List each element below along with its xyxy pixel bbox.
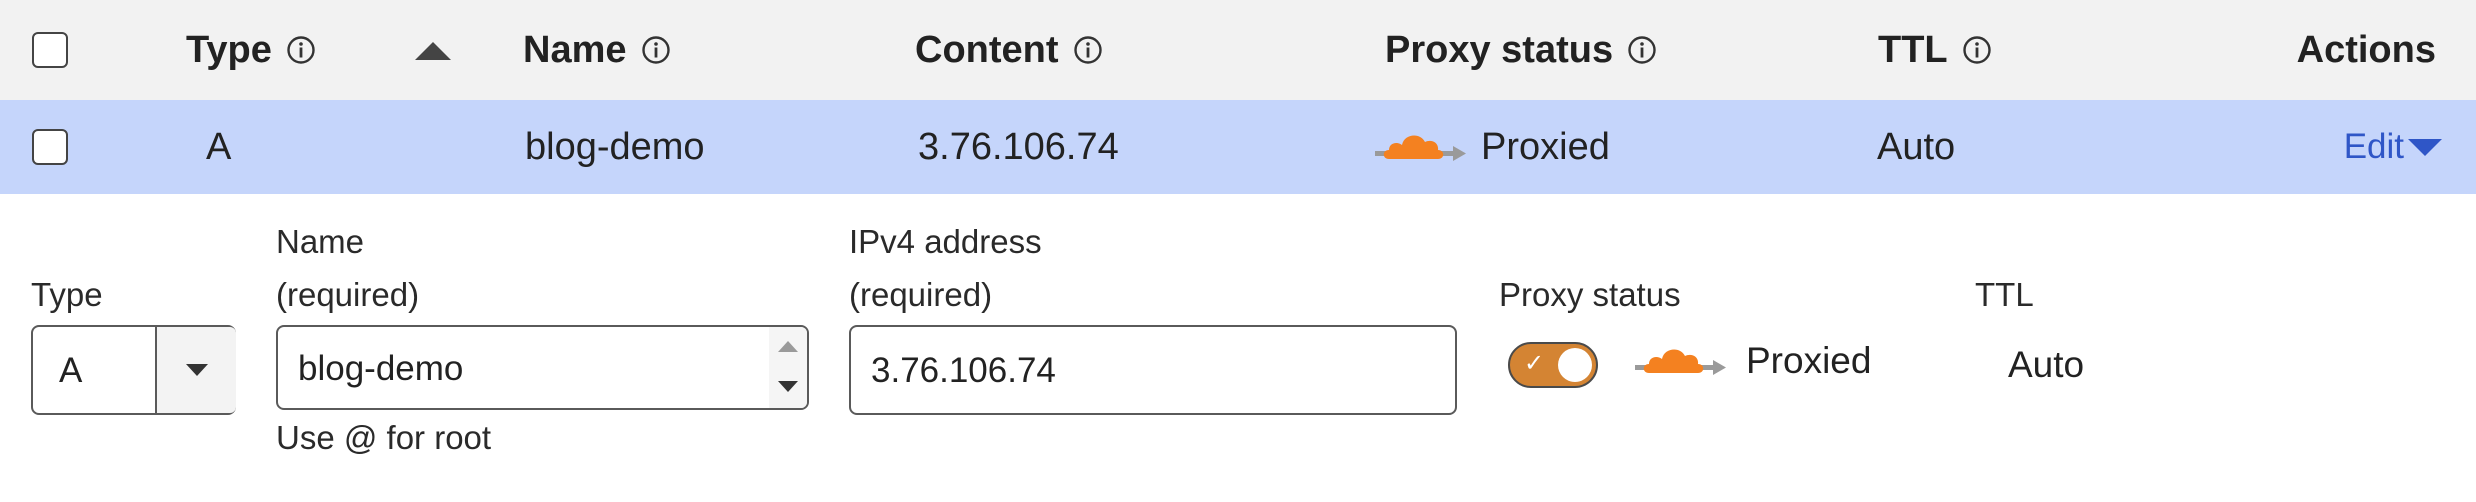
info-icon[interactable] [286, 35, 316, 65]
column-header-type[interactable]: Type [186, 0, 316, 100]
address-field-label: IPv4 address [849, 223, 1042, 260]
row-proxy-status-cell: Proxied [1375, 100, 1610, 194]
name-field-label: Name [276, 223, 365, 260]
chevron-down-icon [186, 364, 208, 376]
name-input[interactable]: blog-demo [276, 325, 809, 410]
check-icon: ✓ [1524, 349, 1545, 377]
ttl-value: Auto [2008, 344, 2085, 385]
row-ttl-cell: Auto [1877, 125, 1956, 168]
proxy-status-value: Proxied [1746, 340, 1872, 381]
type-field-label: Type [31, 276, 103, 313]
name-input-value: blog-demo [298, 349, 464, 388]
row-name-cell: blog-demo [525, 125, 705, 168]
column-header-proxy-status[interactable]: Proxy status [1385, 0, 1657, 100]
column-header-proxy-status-label: Proxy status [1385, 28, 1614, 71]
column-header-content-label: Content [915, 28, 1059, 71]
chevron-down-icon [2408, 138, 2442, 156]
column-header-content[interactable]: Content [915, 0, 1103, 100]
proxy-status-field-label: Proxy status [1499, 276, 1681, 313]
cloud-proxied-icon [1375, 135, 1466, 161]
name-spinner[interactable] [769, 327, 807, 408]
column-header-name[interactable]: Name [523, 0, 671, 100]
type-select-value: A [59, 351, 83, 390]
row-content-cell: 3.76.106.74 [918, 125, 1119, 168]
toggle-knob [1558, 348, 1592, 382]
info-icon[interactable] [641, 35, 671, 65]
column-header-ttl-label: TTL [1878, 28, 1948, 71]
table-row[interactable]: A blog-demo 3.76.106.74 Proxied Auto Edi… [0, 100, 2476, 194]
select-all-checkbox[interactable] [32, 32, 68, 68]
sort-ascending-icon[interactable] [415, 42, 451, 60]
ipv4-address-value: 3.76.106.74 [871, 351, 1056, 390]
info-icon[interactable] [1627, 35, 1657, 65]
spinner-down-icon[interactable] [778, 381, 798, 392]
column-header-actions: Actions [2297, 0, 2436, 100]
edit-button[interactable]: Edit [2344, 100, 2442, 194]
column-header-ttl[interactable]: TTL [1878, 0, 1992, 100]
proxy-status-toggle[interactable]: ✓ [1508, 342, 1598, 388]
row-type-cell: A [206, 125, 232, 168]
edit-label: Edit [2343, 127, 2404, 166]
row-proxy-status-label: Proxied [1481, 125, 1610, 168]
ipv4-address-input[interactable]: 3.76.106.74 [849, 325, 1457, 415]
info-icon[interactable] [1962, 35, 1992, 65]
column-header-name-label: Name [523, 28, 627, 71]
table-header: Type Name Content Proxy status TTL Actio… [0, 0, 2476, 101]
column-header-actions-label: Actions [2296, 28, 2436, 71]
name-required-label: (required) [276, 276, 420, 313]
row-checkbox[interactable] [32, 129, 68, 165]
column-header-type-label: Type [186, 28, 272, 71]
spinner-up-icon[interactable] [778, 341, 798, 352]
type-select[interactable]: A [31, 325, 236, 415]
ttl-field-label: TTL [1975, 276, 2034, 313]
type-select-toggle[interactable] [155, 327, 236, 413]
info-icon[interactable] [1073, 35, 1103, 65]
address-required-label: (required) [849, 276, 993, 313]
cloud-proxied-icon [1635, 349, 1726, 375]
name-hint: Use @ for root [276, 419, 492, 456]
